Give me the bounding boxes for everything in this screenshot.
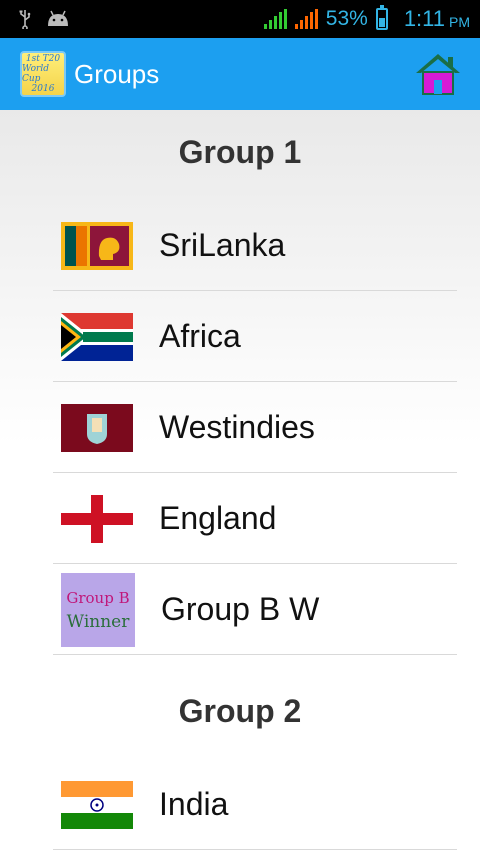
android-icon bbox=[48, 10, 68, 26]
groups-list: Group 1 SriLanka Africa Westindies Engla… bbox=[0, 110, 480, 854]
india-flag bbox=[61, 780, 133, 829]
clock-time: 1:11 bbox=[403, 6, 445, 31]
srilanka-flag bbox=[61, 221, 133, 270]
action-bar: 1st T20 World Cup 2016 Groups bbox=[0, 38, 480, 110]
westindies-flag bbox=[61, 403, 133, 452]
team-name: SriLanka bbox=[159, 227, 286, 263]
badge-line: Winner bbox=[66, 611, 130, 632]
status-bar: 53% 1:11 PM bbox=[0, 0, 480, 38]
logo-line: 1st T20 bbox=[25, 54, 61, 64]
team-row-india[interactable]: India bbox=[53, 760, 457, 850]
team-row-england[interactable]: England bbox=[53, 474, 457, 564]
signal-icon bbox=[263, 9, 287, 29]
app-logo[interactable]: 1st T20 World Cup 2016 bbox=[20, 51, 66, 97]
team-name: India bbox=[159, 786, 229, 822]
team-name: Westindies bbox=[159, 409, 315, 445]
logo-line: World Cup bbox=[22, 64, 49, 84]
team-name: England bbox=[159, 500, 277, 536]
usb-icon bbox=[19, 10, 31, 29]
england-flag bbox=[61, 494, 133, 543]
group-header: Group 2 bbox=[178, 693, 302, 729]
badge-line: Group B bbox=[66, 588, 130, 607]
home-icon[interactable] bbox=[414, 51, 462, 97]
team-name: Africa bbox=[159, 318, 241, 354]
battery-percent: 53% bbox=[325, 7, 368, 30]
team-name: Group B W bbox=[161, 591, 320, 627]
team-row-group-b-winner[interactable]: Group B Winner Group B W bbox=[53, 565, 457, 655]
clock-ampm: PM bbox=[449, 14, 470, 30]
team-row-srilanka[interactable]: SriLanka bbox=[53, 201, 457, 291]
group-b-winner-badge: Group B Winner bbox=[61, 572, 135, 647]
group-header: Group 1 bbox=[178, 134, 302, 170]
page-title: Groups bbox=[74, 58, 160, 89]
battery-charging-icon bbox=[375, 5, 388, 30]
team-row-africa[interactable]: Africa bbox=[53, 292, 457, 382]
logo-line: 2016 bbox=[31, 84, 55, 94]
team-row-westindies[interactable]: Westindies bbox=[53, 383, 457, 473]
southafrica-flag bbox=[61, 312, 133, 361]
signal-icon bbox=[294, 9, 318, 29]
